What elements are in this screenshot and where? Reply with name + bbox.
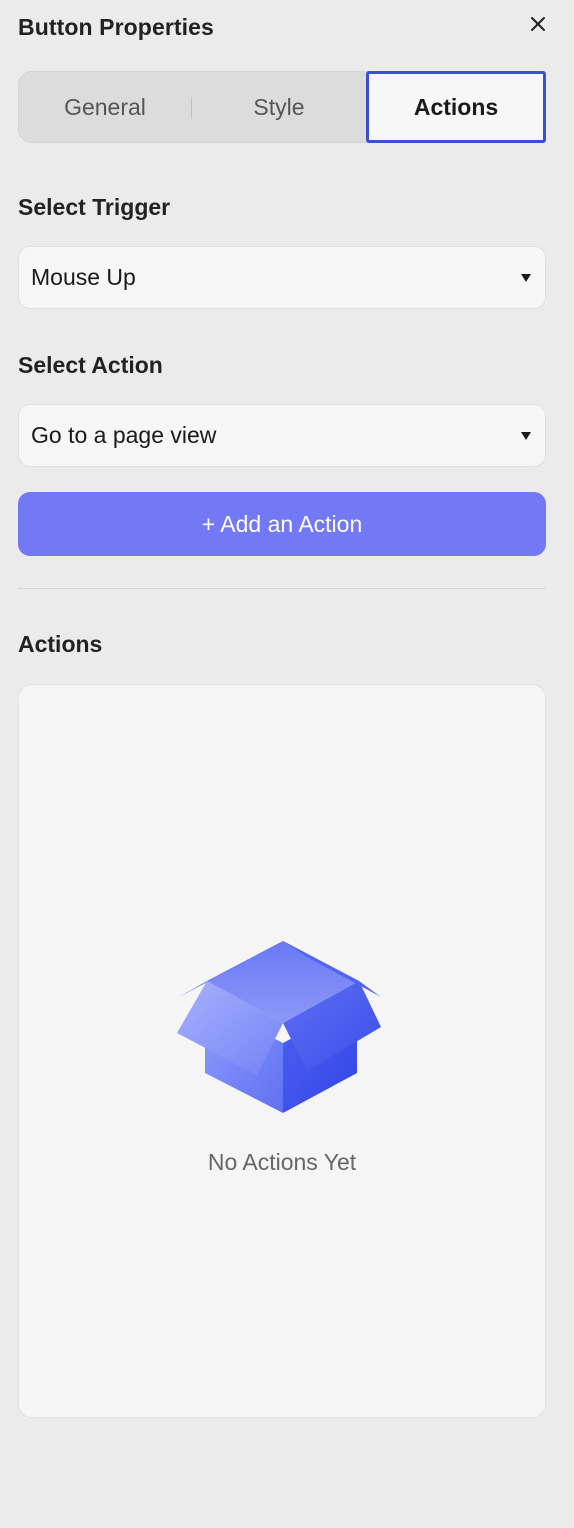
panel-title: Button Properties (18, 14, 214, 40)
action-select-value: Go to a page view (31, 422, 217, 448)
empty-state-text: No Actions Yet (207, 1149, 357, 1175)
select-action-label: Select Action (18, 352, 163, 378)
tab-style[interactable]: Style (192, 71, 366, 143)
tab-label: General (64, 93, 146, 120)
close-icon (531, 17, 545, 31)
add-action-button[interactable]: + Add an Action (18, 492, 546, 556)
section-divider (18, 588, 546, 589)
open-box-icon (177, 941, 381, 1113)
tab-general[interactable]: General (18, 71, 192, 143)
tab-label: Style (253, 93, 305, 120)
button-properties-panel: Button Properties General Style Actions … (0, 0, 574, 1528)
tab-label: Actions (413, 93, 499, 120)
trigger-select[interactable]: Mouse Up (18, 246, 546, 309)
caret-down-icon (521, 431, 531, 440)
tab-actions[interactable]: Actions (366, 71, 546, 143)
action-select[interactable]: Go to a page view (18, 404, 546, 467)
actions-list: No Actions Yet (18, 684, 546, 1418)
actions-section-label: Actions (18, 631, 103, 657)
caret-down-icon (521, 273, 531, 282)
close-button[interactable] (524, 10, 552, 38)
trigger-select-value: Mouse Up (31, 264, 136, 290)
tab-bar: General Style Actions (18, 71, 546, 143)
select-trigger-label: Select Trigger (18, 194, 171, 220)
